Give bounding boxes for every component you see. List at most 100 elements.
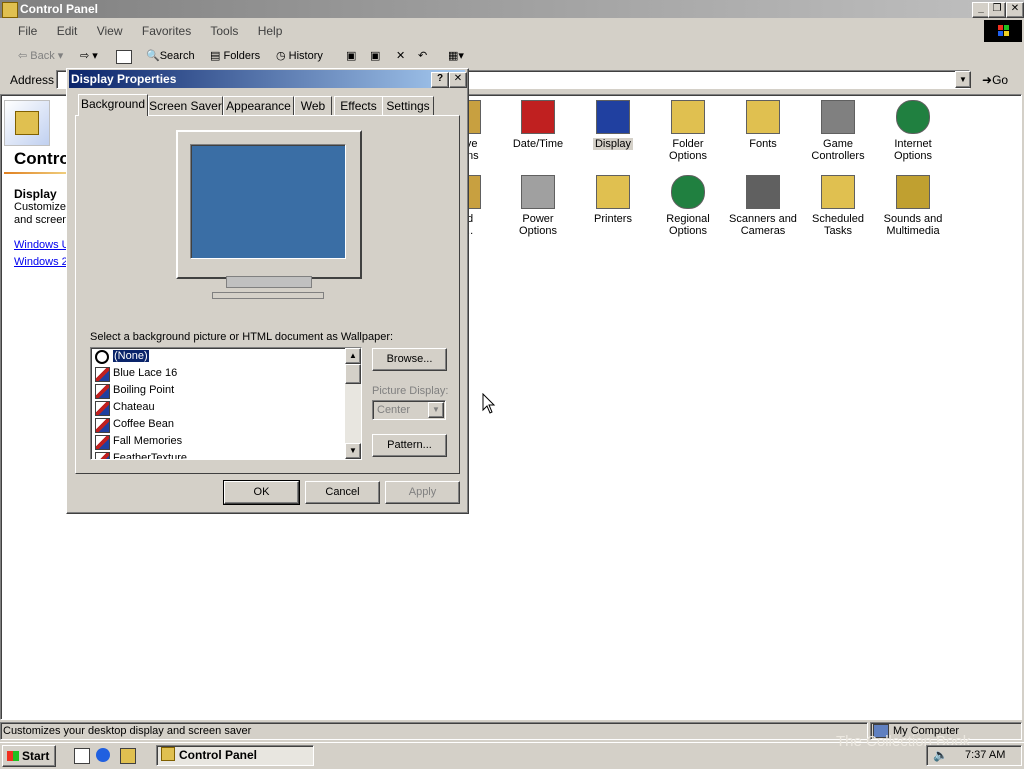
back-button[interactable]: ⇦ Back ▾ xyxy=(18,45,63,67)
cp-item-printer-folder[interactable]: Printers xyxy=(577,175,649,225)
menu-view[interactable]: View xyxy=(97,24,123,38)
paint-image-icon xyxy=(95,384,110,399)
list-item[interactable]: FeatherTexture xyxy=(91,450,343,459)
main-title-bar[interactable]: Control Panel _ ❐ ✕ xyxy=(0,0,1024,18)
tab-web[interactable]: Web xyxy=(294,96,332,116)
forward-button[interactable]: ⇨ ▾ xyxy=(80,45,98,67)
globe-icon xyxy=(896,100,930,134)
paint-image-icon xyxy=(95,401,110,416)
go-arrow-icon: ➜ xyxy=(982,73,993,87)
go-button[interactable]: ➜Go xyxy=(982,73,1008,87)
wallpaper-list[interactable]: (None) Blue Lace 16 Boiling Point Chateau Co… xyxy=(90,347,362,460)
views-icon[interactable]: ▦▾ xyxy=(448,45,464,67)
monitor-preview xyxy=(176,130,362,279)
address-dropdown-icon[interactable]: ▼ xyxy=(955,71,971,88)
history-icon: ◷ xyxy=(276,50,286,62)
list-item[interactable]: Coffee Bean xyxy=(91,416,343,433)
start-button[interactable]: Start xyxy=(2,745,56,767)
cp-item-label: Scheduled Tasks xyxy=(812,213,864,237)
monitor-base xyxy=(212,292,324,299)
cp-item-label: Printers xyxy=(594,213,632,225)
cp-item-label: Regional Options xyxy=(666,213,710,237)
paint-image-icon xyxy=(95,435,110,450)
cp-item-label: Display xyxy=(592,138,634,150)
volume-speaker-icon[interactable]: 🔈 xyxy=(933,748,948,762)
quicklaunch-outlook-icon[interactable] xyxy=(120,748,136,764)
close-button[interactable]: ✕ xyxy=(1006,2,1024,18)
windows-update-link[interactable]: Windows U xyxy=(14,239,70,251)
cp-item-power-plug[interactable]: Power Options xyxy=(502,175,574,237)
move-to-icon[interactable]: ▣ xyxy=(346,45,356,67)
toolbar: ⇦ Back ▾ ⇨ ▾ 🔍Search ▤ Folders ◷ History… xyxy=(0,45,1024,67)
menu-tools[interactable]: Tools xyxy=(210,24,238,38)
cp-item-globe[interactable]: Internet Options xyxy=(877,100,949,162)
quicklaunch-ie-icon[interactable] xyxy=(96,748,110,762)
back-arrow-icon: ⇦ xyxy=(18,50,28,62)
clock[interactable]: 7:37 AM xyxy=(965,749,1005,761)
cp-item-tasks-folder[interactable]: Scheduled Tasks xyxy=(802,175,874,237)
cp-item-folder-options[interactable]: Folder Options xyxy=(652,100,724,162)
help-button[interactable]: ? xyxy=(431,72,449,88)
tab-effects[interactable]: Effects xyxy=(334,96,383,116)
task-control-panel[interactable]: Control Panel xyxy=(156,745,314,766)
list-scrollbar[interactable]: ▲ ▼ xyxy=(345,348,361,459)
cp-item-speaker[interactable]: Sounds and Multimedia xyxy=(877,175,949,237)
cp-item-monitor[interactable]: Display xyxy=(577,100,649,150)
clock-icon xyxy=(521,100,555,134)
tab-background[interactable]: Background xyxy=(78,94,148,116)
cancel-button[interactable]: Cancel xyxy=(305,481,380,504)
up-folder-icon[interactable] xyxy=(116,45,132,67)
cp-item-scanner[interactable]: Scanners and Cameras xyxy=(727,175,799,237)
menu-favorites[interactable]: Favorites xyxy=(142,24,191,38)
folders-button[interactable]: ▤ Folders xyxy=(210,45,260,67)
list-item[interactable]: Blue Lace 16 xyxy=(91,365,343,382)
select-dropdown-icon: ▼ xyxy=(428,402,444,418)
dialog-title-bar[interactable]: Display Properties ? ✕ xyxy=(69,70,467,88)
scroll-thumb[interactable] xyxy=(345,364,361,384)
dialog-close-button[interactable]: ✕ xyxy=(449,72,467,88)
menu-bar: File Edit View Favorites Tools Help xyxy=(0,20,998,42)
system-tray: 🔈 7:37 AM xyxy=(926,745,1022,766)
monitor-icon xyxy=(596,100,630,134)
scroll-up-icon[interactable]: ▲ xyxy=(345,348,361,364)
apply-button: Apply xyxy=(385,481,460,504)
tab-appearance[interactable]: Appearance xyxy=(223,96,294,116)
preview-screen xyxy=(190,144,346,259)
tab-screen-saver[interactable]: Screen Saver xyxy=(148,96,223,116)
browse-button[interactable]: Browse... xyxy=(372,348,447,371)
cp-item-joystick[interactable]: Game Controllers xyxy=(802,100,874,162)
history-button[interactable]: ◷ History xyxy=(276,45,323,67)
folder-options-icon xyxy=(671,100,705,134)
cp-item-clock[interactable]: Date/Time xyxy=(502,100,574,150)
scroll-down-icon[interactable]: ▼ xyxy=(345,443,361,459)
list-item[interactable]: Fall Memories xyxy=(91,433,343,450)
selected-item-desc-2: and screen xyxy=(14,214,69,226)
paint-image-icon xyxy=(95,452,110,459)
menu-help[interactable]: Help xyxy=(258,24,283,38)
control-panel-app-icon xyxy=(2,2,18,18)
control-panel-task-icon xyxy=(161,747,175,761)
menu-edit[interactable]: Edit xyxy=(57,24,78,38)
delete-icon[interactable]: ✕ xyxy=(396,45,405,67)
ok-button[interactable]: OK xyxy=(223,480,300,505)
search-icon: 🔍 xyxy=(146,50,160,62)
list-item[interactable]: (None) xyxy=(91,348,343,365)
pattern-button[interactable]: Pattern... xyxy=(372,434,447,457)
cp-item-globe[interactable]: Regional Options xyxy=(652,175,724,237)
globe-icon xyxy=(671,175,705,209)
list-item[interactable]: Chateau xyxy=(91,399,343,416)
restore-button[interactable]: ❐ xyxy=(988,2,1006,18)
cp-item-label: Folder Options xyxy=(669,138,707,162)
left-panel-heading: Contro xyxy=(14,149,70,168)
monitor-stand xyxy=(226,276,312,288)
undo-icon[interactable]: ↶ xyxy=(418,45,427,67)
menu-file[interactable]: File xyxy=(18,24,37,38)
list-item[interactable]: Boiling Point xyxy=(91,382,343,399)
cp-item-fonts-folder[interactable]: Fonts xyxy=(727,100,799,150)
search-button[interactable]: 🔍Search xyxy=(146,45,195,67)
power-plug-icon xyxy=(521,175,555,209)
windows-2000-support-link[interactable]: Windows 2 xyxy=(14,256,68,268)
tab-settings[interactable]: Settings xyxy=(382,96,434,116)
quicklaunch-desktop-icon[interactable] xyxy=(74,748,90,764)
copy-to-icon[interactable]: ▣ xyxy=(370,45,380,67)
